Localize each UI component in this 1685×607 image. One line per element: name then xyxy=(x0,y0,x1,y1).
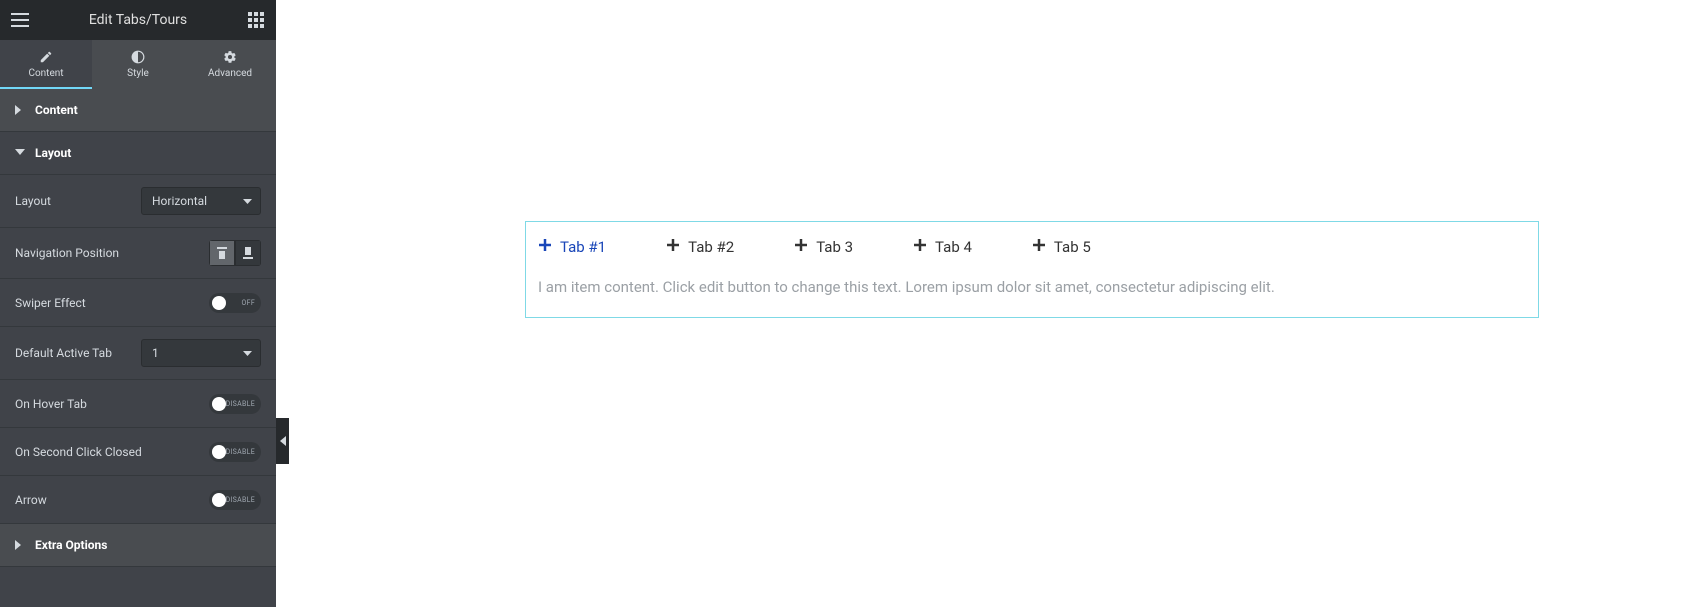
plus-icon xyxy=(538,238,552,256)
on-hover-state: DISABLE xyxy=(226,400,255,408)
tab-content-label: Content xyxy=(28,68,63,79)
plus-icon xyxy=(666,238,680,256)
control-layout: Layout Horizontal xyxy=(0,175,276,228)
control-second-click: On Second Click Closed DISABLE xyxy=(0,428,276,476)
preview-tab-5-label: Tab 5 xyxy=(1054,238,1091,256)
chevron-down-icon xyxy=(243,346,252,360)
collapse-sidebar-button[interactable] xyxy=(276,418,289,464)
arrow-switch[interactable]: DISABLE xyxy=(209,490,261,510)
section-layout[interactable]: Layout xyxy=(0,132,276,175)
swiper-state: OFF xyxy=(242,299,255,307)
tabs-nav: Tab #1 Tab #2 Tab 3 Tab 4 Tab 5 xyxy=(526,222,1538,276)
tabs-widget[interactable]: Tab #1 Tab #2 Tab 3 Tab 4 Tab 5 I am ite… xyxy=(525,221,1539,318)
control-nav-position: Navigation Position xyxy=(0,228,276,279)
section-content[interactable]: Content xyxy=(0,89,276,132)
default-active-select[interactable]: 1 xyxy=(141,339,261,367)
nav-position-label: Navigation Position xyxy=(15,246,119,260)
arrow-label: Arrow xyxy=(15,493,47,507)
tab-style-label: Style xyxy=(127,68,149,79)
pencil-icon xyxy=(39,50,53,64)
preview-canvas: Tab #1 Tab #2 Tab 3 Tab 4 Tab 5 I am ite… xyxy=(276,0,1685,607)
nav-position-bottom[interactable] xyxy=(235,240,261,266)
preview-tab-2-label: Tab #2 xyxy=(688,238,734,256)
menu-icon[interactable] xyxy=(10,10,30,30)
swiper-switch[interactable]: OFF xyxy=(209,293,261,313)
control-default-active: Default Active Tab 1 xyxy=(0,327,276,380)
caret-right-icon xyxy=(15,540,25,550)
preview-tab-4[interactable]: Tab 4 xyxy=(913,238,972,256)
default-active-label: Default Active Tab xyxy=(15,346,112,360)
switch-knob xyxy=(212,493,226,507)
layout-select[interactable]: Horizontal xyxy=(141,187,261,215)
section-content-label: Content xyxy=(35,103,78,117)
on-hover-switch[interactable]: DISABLE xyxy=(209,394,261,414)
contrast-icon xyxy=(131,50,145,64)
arrow-state: DISABLE xyxy=(226,496,255,504)
nav-position-top[interactable] xyxy=(209,240,235,266)
caret-down-icon xyxy=(15,148,25,158)
switch-knob xyxy=(212,397,226,411)
preview-tab-1[interactable]: Tab #1 xyxy=(538,238,606,256)
preview-tab-3[interactable]: Tab 3 xyxy=(794,238,853,256)
section-extra-options-label: Extra Options xyxy=(35,538,107,552)
panel-tabs: Content Style Advanced xyxy=(0,40,276,89)
section-layout-label: Layout xyxy=(35,146,71,160)
switch-knob xyxy=(212,445,226,459)
layout-label: Layout xyxy=(15,194,51,208)
chevron-left-icon xyxy=(280,436,286,446)
layout-controls: Layout Horizontal Navigation Position Sw… xyxy=(0,175,276,524)
apps-icon[interactable] xyxy=(246,10,266,30)
editor-sidebar: Edit Tabs/Tours Content Style Advanced C… xyxy=(0,0,276,607)
tab-content-text[interactable]: I am item content. Click edit button to … xyxy=(526,276,1538,317)
tab-style[interactable]: Style xyxy=(92,40,184,89)
preview-tab-4-label: Tab 4 xyxy=(935,238,972,256)
tab-advanced[interactable]: Advanced xyxy=(184,40,276,89)
control-swiper: Swiper Effect OFF xyxy=(0,279,276,327)
chevron-down-icon xyxy=(243,194,252,208)
panel-title: Edit Tabs/Tours xyxy=(30,12,246,28)
control-on-hover: On Hover Tab DISABLE xyxy=(0,380,276,428)
plus-icon xyxy=(913,238,927,256)
plus-icon xyxy=(1032,238,1046,256)
second-click-state: DISABLE xyxy=(226,448,255,456)
plus-icon xyxy=(794,238,808,256)
preview-tab-5[interactable]: Tab 5 xyxy=(1032,238,1091,256)
preview-tab-1-label: Tab #1 xyxy=(560,238,606,256)
preview-tab-2[interactable]: Tab #2 xyxy=(666,238,734,256)
tab-advanced-label: Advanced xyxy=(208,68,252,79)
preview-tab-3-label: Tab 3 xyxy=(816,238,853,256)
on-hover-label: On Hover Tab xyxy=(15,397,87,411)
swiper-label: Swiper Effect xyxy=(15,296,86,310)
second-click-label: On Second Click Closed xyxy=(15,445,142,459)
second-click-switch[interactable]: DISABLE xyxy=(209,442,261,462)
layout-select-value: Horizontal xyxy=(152,194,207,208)
sidebar-header: Edit Tabs/Tours xyxy=(0,0,276,40)
switch-knob xyxy=(212,296,226,310)
caret-right-icon xyxy=(15,105,25,115)
section-extra-options[interactable]: Extra Options xyxy=(0,524,276,567)
tab-content[interactable]: Content xyxy=(0,40,92,89)
nav-position-buttons xyxy=(209,240,261,266)
gear-icon xyxy=(223,50,237,64)
default-active-value: 1 xyxy=(152,346,159,360)
control-arrow: Arrow DISABLE xyxy=(0,476,276,524)
